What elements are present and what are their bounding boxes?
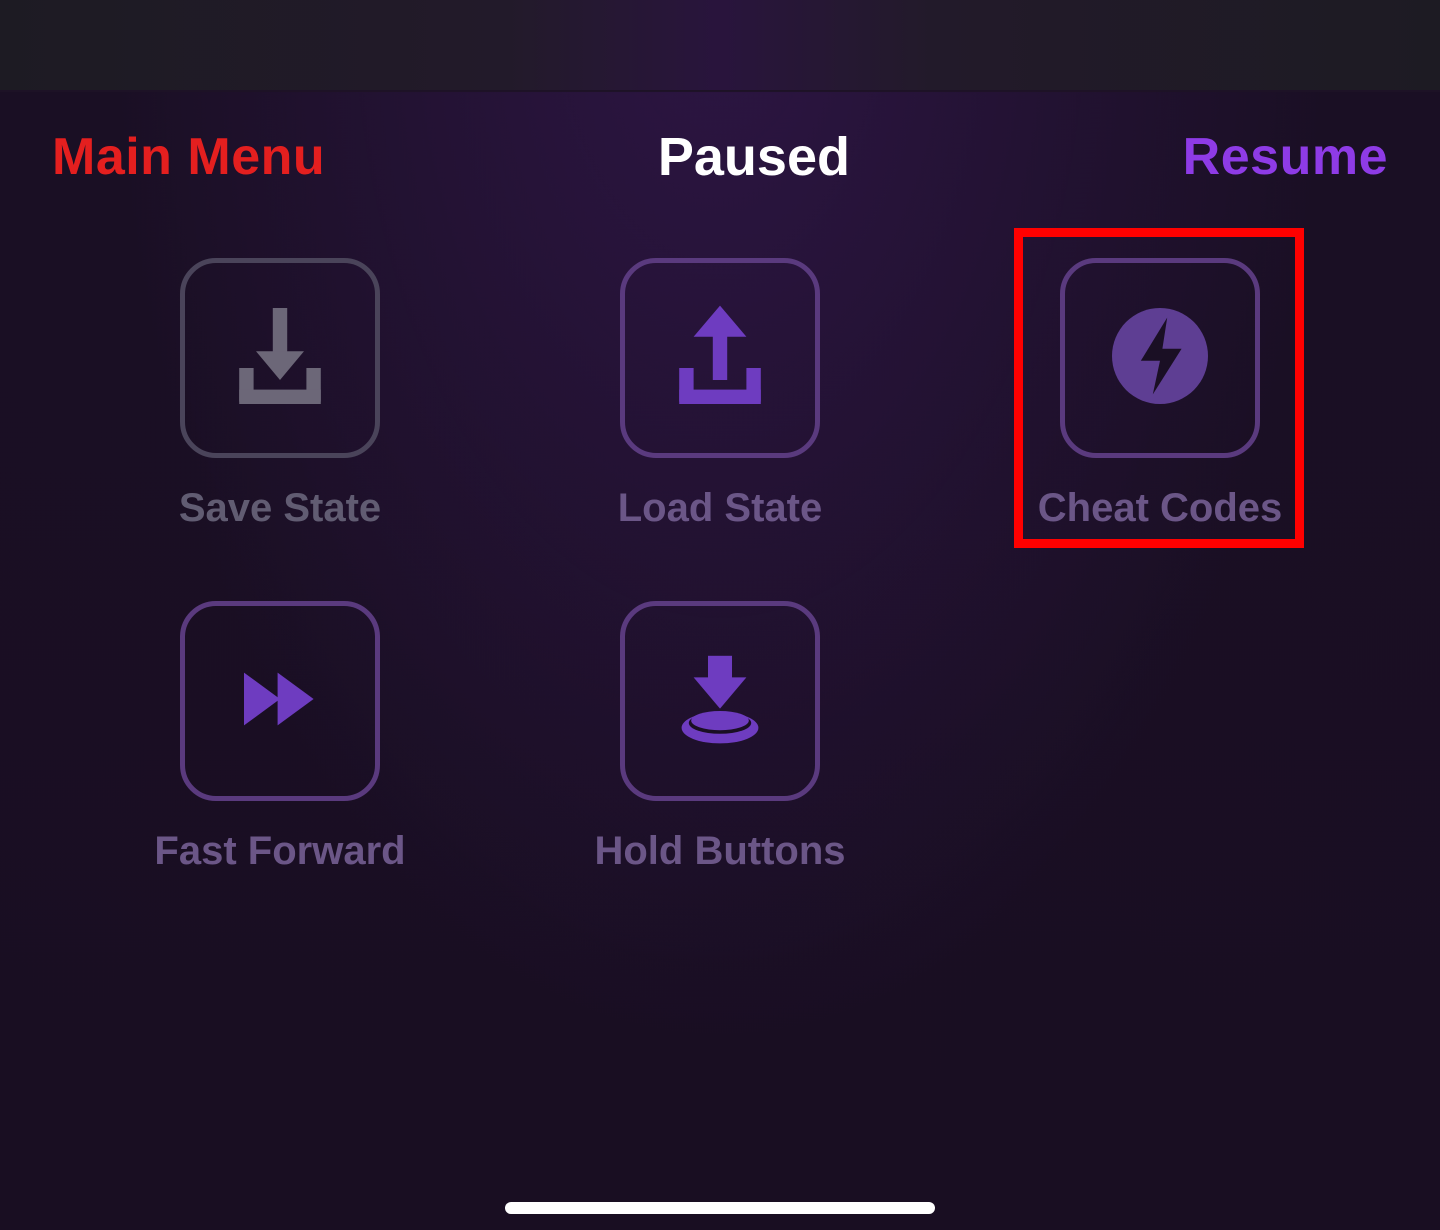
top-gradient-strip [0,0,1440,90]
hold-buttons-tile [620,601,820,801]
resume-button[interactable]: Resume [1183,127,1388,187]
pause-title: Paused [658,126,850,188]
fast-forward-label: Fast Forward [154,829,405,874]
hold-buttons-button[interactable]: Hold Buttons [594,601,845,874]
download-icon [220,296,340,421]
cheat-codes-tile [1060,258,1260,458]
save-state-button[interactable]: Save State [179,258,381,531]
save-state-label: Save State [179,486,381,531]
fast-forward-button[interactable]: Fast Forward [154,601,405,874]
press-button-icon [660,639,780,764]
action-grid: Save State Load State [60,258,1380,874]
load-state-button[interactable]: Load State [618,258,822,531]
main-menu-button[interactable]: Main Menu [52,127,325,187]
load-state-tile [620,258,820,458]
cheat-codes-label: Cheat Codes [1038,486,1283,531]
cheat-codes-button[interactable]: Cheat Codes [1038,258,1283,531]
fast-forward-icon [220,639,340,764]
load-state-label: Load State [618,486,822,531]
lightning-icon [1100,296,1220,421]
pause-menu-overlay: Main Menu Paused Resume Save State [0,90,1440,1230]
hold-buttons-label: Hold Buttons [594,829,845,874]
home-indicator[interactable] [505,1202,935,1214]
upload-icon [660,296,780,421]
save-state-tile [180,258,380,458]
fast-forward-tile [180,601,380,801]
pause-header: Main Menu Paused Resume [0,92,1440,188]
